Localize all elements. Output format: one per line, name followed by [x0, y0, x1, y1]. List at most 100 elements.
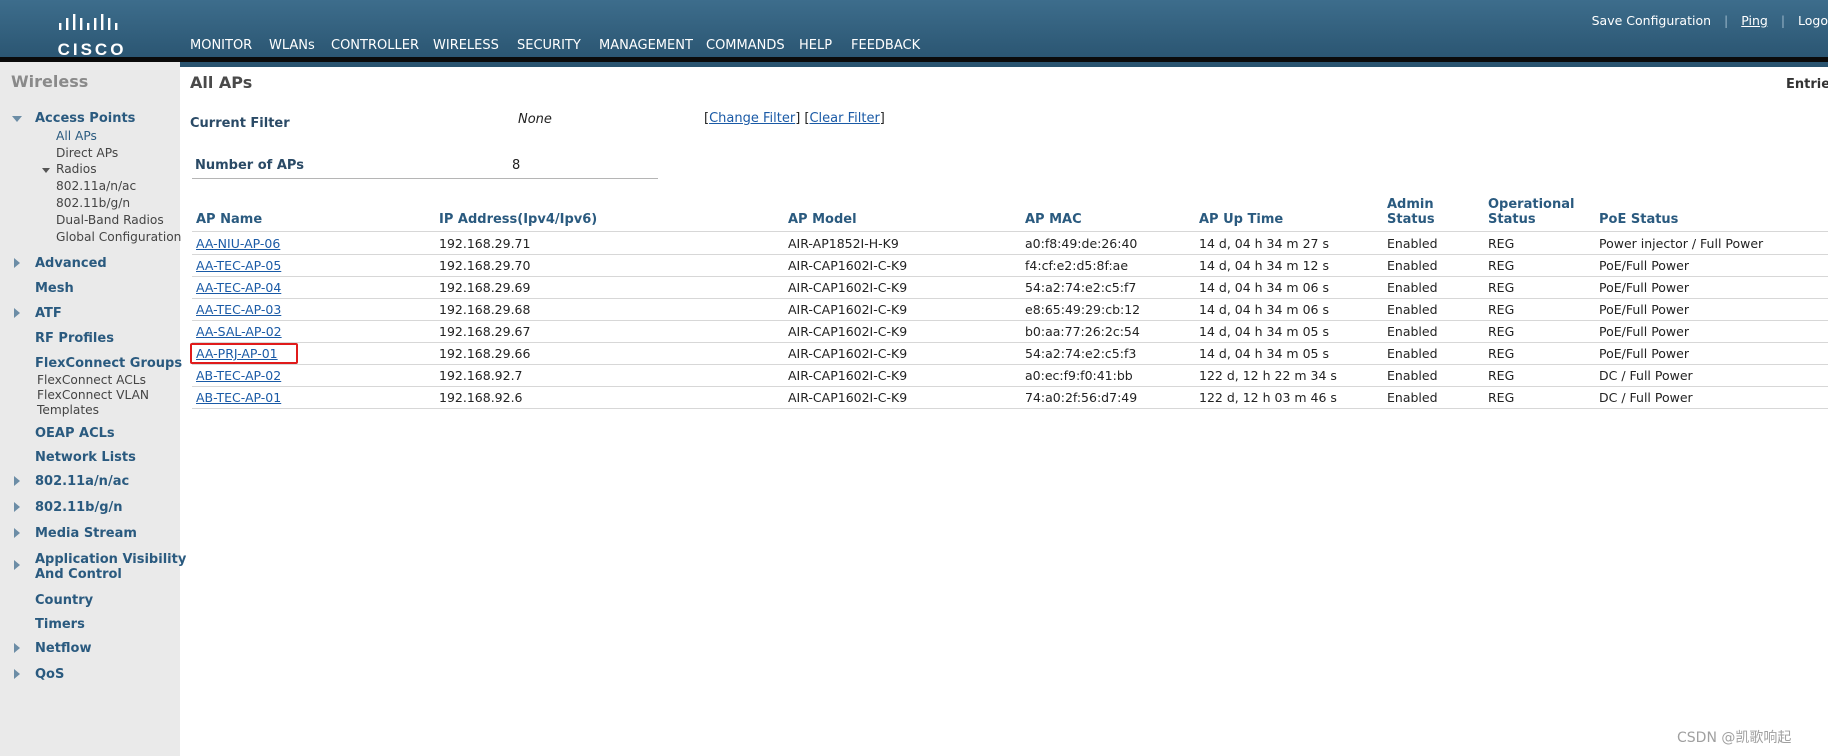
collapsed-arrow-icon[interactable] — [14, 502, 20, 512]
sidebar-item-flexconnect-acls[interactable]: FlexConnect ACLs — [37, 373, 146, 387]
admin-status-cell: Enabled — [1387, 368, 1438, 383]
nav-monitor[interactable]: MONITOR — [190, 38, 252, 53]
sidebar-item-netflow[interactable]: Netflow — [35, 641, 92, 656]
sidebar-item-mesh[interactable]: Mesh — [35, 281, 74, 296]
ap-name-link[interactable]: AA-TEC-AP-03 — [196, 302, 281, 317]
operational-status-cell: REG — [1488, 324, 1515, 339]
column-header-poe-status[interactable]: PoE Status — [1599, 212, 1678, 227]
operational-status-cell: REG — [1488, 346, 1515, 361]
current-filter-value: None — [518, 112, 552, 127]
ap-uptime-cell: 14 d, 04 h 34 m 27 s — [1199, 236, 1329, 251]
sidebar-item-access-points[interactable]: Access Points — [35, 111, 135, 126]
operational-status-cell: REG — [1488, 302, 1515, 317]
admin-status-cell: Enabled — [1387, 236, 1438, 251]
column-header-ip-address[interactable]: IP Address(Ipv4/Ipv6) — [439, 212, 597, 227]
ap-name-link[interactable]: AA-TEC-AP-04 — [196, 280, 281, 295]
column-header-ap-mac[interactable]: AP MAC — [1025, 212, 1082, 227]
admin-status-cell: Enabled — [1387, 390, 1438, 405]
sidebar-item-global-configuration[interactable]: Global Configuration — [56, 230, 181, 244]
ap-name-link[interactable]: AA-PRJ-AP-01 — [196, 346, 278, 361]
sidebar-item-rf-profiles[interactable]: RF Profiles — [35, 331, 114, 346]
ap-name-link[interactable]: AA-SAL-AP-02 — [196, 324, 282, 339]
save-configuration-link[interactable]: Save Configuration — [1592, 13, 1711, 28]
ap-mac-cell: 74:a0:2f:56:d7:49 — [1025, 390, 1138, 405]
expanded-arrow-icon[interactable] — [12, 116, 22, 122]
column-header-ap-model[interactable]: AP Model — [788, 212, 857, 227]
column-header-admin-status-line2[interactable]: Status — [1387, 212, 1435, 227]
ip-address-cell: 192.168.29.68 — [439, 302, 531, 317]
column-header-operational-status-line1[interactable]: Operational — [1488, 197, 1574, 212]
nav-management[interactable]: MANAGEMENT — [599, 38, 693, 53]
clear-filter-link[interactable]: Clear Filter — [809, 111, 879, 126]
column-header-admin-status-line1[interactable]: Admin — [1387, 197, 1434, 212]
ip-address-cell: 192.168.29.67 — [439, 324, 531, 339]
nav-wireless[interactable]: WIRELESS — [423, 38, 509, 62]
sidebar-item-qos[interactable]: QoS — [35, 667, 64, 682]
ap-name-link[interactable]: AB-TEC-AP-01 — [196, 390, 281, 405]
radios-expanded-arrow-icon[interactable] — [42, 168, 50, 173]
poe-status-cell: PoE/Full Power — [1599, 324, 1689, 339]
ap-name-link[interactable]: AB-TEC-AP-02 — [196, 368, 281, 383]
change-filter-link[interactable]: Change Filter — [709, 111, 795, 126]
sidebar-item-network-lists[interactable]: Network Lists — [35, 450, 136, 465]
sidebar-item-advanced[interactable]: Advanced — [35, 256, 107, 271]
sidebar-item-80211anac[interactable]: 802.11a/n/ac — [35, 474, 129, 489]
collapsed-arrow-icon[interactable] — [14, 476, 20, 486]
sidebar-item-dual-band[interactable]: Dual-Band Radios — [56, 213, 164, 227]
cisco-logo: CISCO — [56, 14, 128, 59]
ap-name-link[interactable]: AA-NIU-AP-06 — [196, 236, 280, 251]
sidebar-item-flexconnect-vlan[interactable]: FlexConnect VLAN — [37, 388, 149, 402]
collapsed-arrow-icon[interactable] — [14, 669, 20, 679]
operational-status-cell: REG — [1488, 258, 1515, 273]
sidebar-item-80211bgn[interactable]: 802.11b/g/n — [35, 500, 123, 515]
collapsed-arrow-icon[interactable] — [14, 560, 20, 570]
sidebar-item-direct-aps[interactable]: Direct APs — [56, 146, 118, 160]
sidebar-item-country[interactable]: Country — [35, 593, 93, 608]
sidebar-item-radios[interactable]: Radios — [56, 162, 97, 176]
ap-model-cell: AIR-CAP1602I-C-K9 — [788, 324, 908, 339]
nav-controller[interactable]: CONTROLLER — [331, 38, 419, 53]
nav-security[interactable]: SECURITY — [517, 38, 581, 53]
column-header-ap-name[interactable]: AP Name — [196, 212, 262, 227]
table-row: AA-TEC-AP-04 192.168.29.69 AIR-CAP1602I-… — [192, 276, 1828, 298]
ap-uptime-cell: 14 d, 04 h 34 m 05 s — [1199, 324, 1329, 339]
table-row: AA-PRJ-AP-01 192.168.29.66 AIR-CAP1602I-… — [192, 342, 1828, 364]
operational-status-cell: REG — [1488, 236, 1515, 251]
collapsed-arrow-icon[interactable] — [14, 308, 20, 318]
ap-model-cell: AIR-CAP1602I-C-K9 — [788, 368, 908, 383]
ap-name-link[interactable]: AA-TEC-AP-05 — [196, 258, 281, 273]
entries-label: Entries — [1786, 77, 1828, 92]
admin-status-cell: Enabled — [1387, 302, 1438, 317]
sidebar-item-avc-line1[interactable]: Application Visibility — [35, 552, 186, 567]
ap-uptime-cell: 14 d, 04 h 34 m 06 s — [1199, 280, 1329, 295]
sidebar-item-radio-b[interactable]: 802.11b/g/n — [56, 196, 130, 210]
ping-link[interactable]: Ping — [1741, 13, 1768, 28]
ap-uptime-cell: 14 d, 04 h 34 m 05 s — [1199, 346, 1329, 361]
sidebar-item-atf[interactable]: ATF — [35, 306, 62, 321]
nav-wlans[interactable]: WLANs — [269, 38, 315, 53]
ap-mac-cell: f4:cf:e2:d5:8f:ae — [1025, 258, 1129, 273]
sidebar-item-timers[interactable]: Timers — [35, 617, 85, 632]
ap-mac-cell: 54:a2:74:e2:c5:f3 — [1025, 346, 1137, 361]
nav-commands[interactable]: COMMANDS — [706, 38, 785, 53]
sidebar-item-radio-a[interactable]: 802.11a/n/ac — [56, 179, 136, 193]
sidebar-item-avc-line2[interactable]: And Control — [35, 567, 122, 582]
collapsed-arrow-icon[interactable] — [14, 258, 20, 268]
ap-mac-cell: e8:65:49:29:cb:12 — [1025, 302, 1141, 317]
collapsed-arrow-icon[interactable] — [14, 528, 20, 538]
column-header-ap-up-time[interactable]: AP Up Time — [1199, 212, 1283, 227]
column-header-operational-status-line2[interactable]: Status — [1488, 212, 1536, 227]
ap-model-cell: AIR-CAP1602I-C-K9 — [788, 280, 908, 295]
sidebar-item-all-aps[interactable]: All APs — [56, 129, 97, 143]
admin-status-cell: Enabled — [1387, 346, 1438, 361]
sidebar-item-oeap-acls[interactable]: OEAP ACLs — [35, 426, 115, 441]
sidebar-item-media-stream[interactable]: Media Stream — [35, 526, 137, 541]
logout-link[interactable]: Logo — [1798, 13, 1828, 28]
ap-model-cell: AIR-CAP1602I-C-K9 — [788, 258, 908, 273]
sidebar-item-flexconnect-groups[interactable]: FlexConnect Groups — [35, 356, 182, 371]
number-of-aps-value: 8 — [512, 158, 521, 173]
collapsed-arrow-icon[interactable] — [14, 643, 20, 653]
nav-feedback[interactable]: FEEDBACK — [851, 38, 920, 53]
sidebar-item-flexconnect-vlan-templates[interactable]: Templates — [37, 403, 99, 417]
nav-help[interactable]: HELP — [799, 38, 832, 53]
